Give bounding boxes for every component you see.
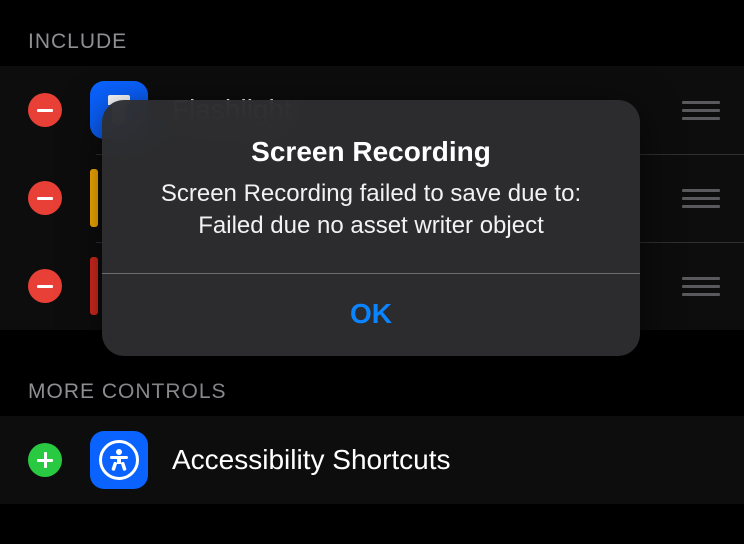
alert-message: Screen Recording failed to save due to: … (126, 178, 616, 243)
remove-icon[interactable] (28, 93, 62, 127)
alert-body: Screen Recording Screen Recording failed… (102, 100, 640, 273)
more-list: Accessibility Shortcuts (0, 416, 744, 504)
app-icon (90, 257, 98, 315)
row-label: Accessibility Shortcuts (172, 444, 720, 476)
app-icon (90, 169, 98, 227)
alert-message-line: Screen Recording failed to save due to: (161, 180, 581, 207)
more-row[interactable]: Accessibility Shortcuts (0, 416, 744, 504)
drag-handle-icon[interactable] (672, 95, 720, 126)
drag-handle-icon[interactable] (672, 183, 720, 214)
alert-dialog: Screen Recording Screen Recording failed… (102, 100, 640, 356)
remove-icon[interactable] (28, 269, 62, 303)
drag-handle-icon[interactable] (672, 271, 720, 302)
ok-button[interactable]: OK (102, 274, 640, 356)
add-icon[interactable] (28, 443, 62, 477)
alert-message-line: Failed due no asset writer object (198, 212, 544, 239)
remove-icon[interactable] (28, 181, 62, 215)
alert-title: Screen Recording (126, 136, 616, 168)
section-header-include: INCLUDE (0, 0, 744, 66)
accessibility-icon (90, 431, 148, 489)
